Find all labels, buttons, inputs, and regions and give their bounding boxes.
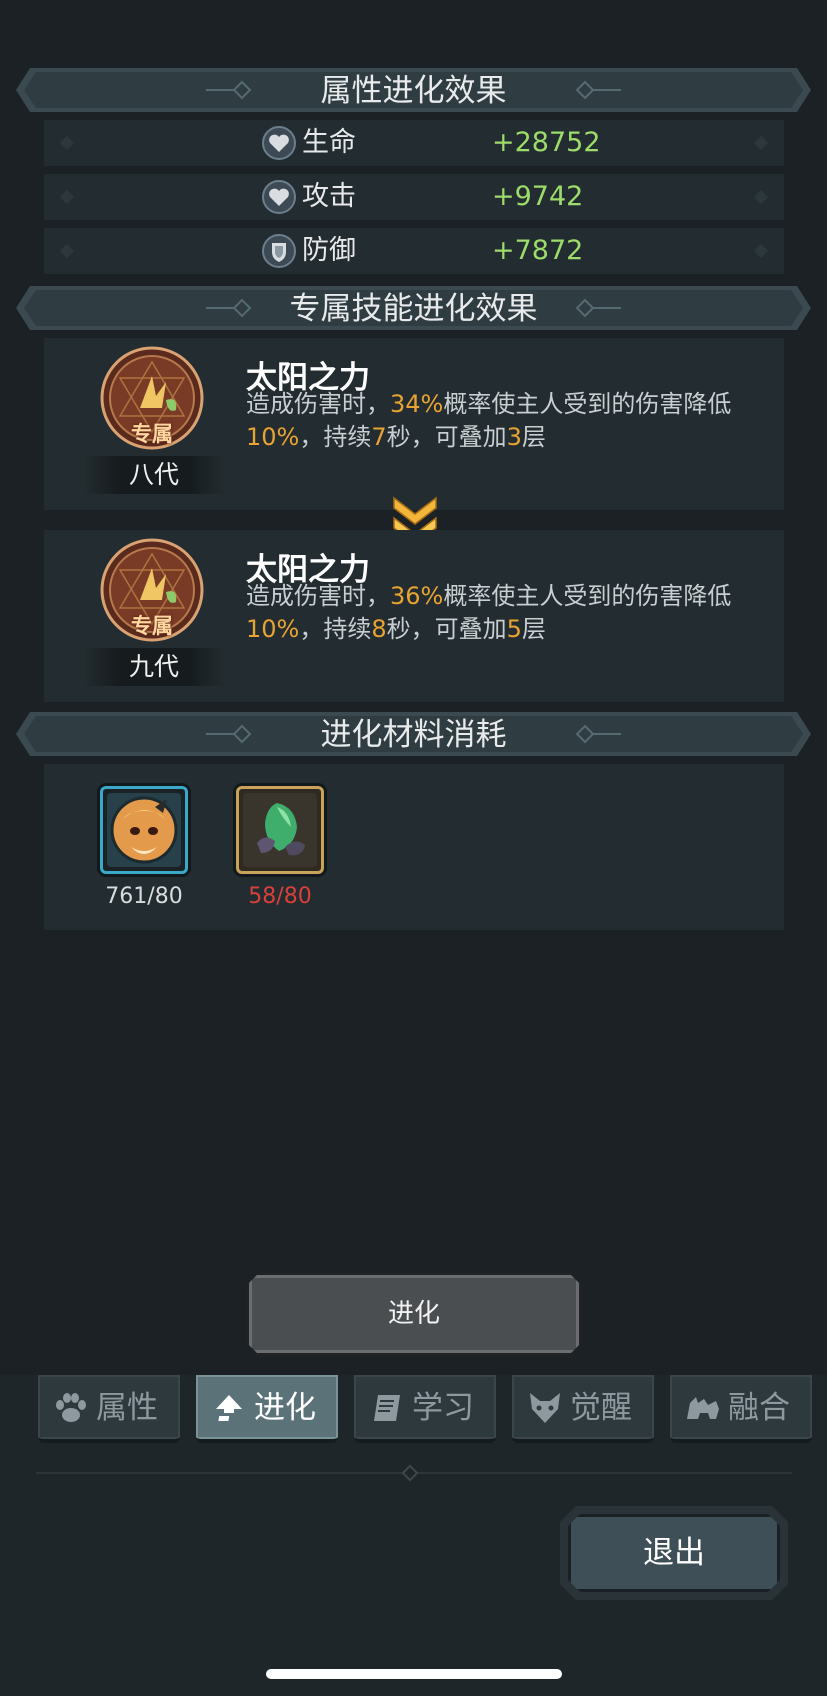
row-dot	[59, 189, 75, 205]
tab-label: 觉醒	[570, 1390, 632, 1426]
skill-description: 造成伤害时，34%概率使主人受到的伤害降低 10%，持续7秒，可叠加3层	[246, 390, 732, 451]
attr-section-title: 属性进化效果	[320, 73, 507, 109]
skill-panel-current: 专属 八代 太阳之力 造成伤害时，34%概率使主人受到的伤害降低 10%，持续7秒…	[44, 338, 784, 510]
row-dot	[753, 135, 769, 151]
generation-label: 八代	[84, 456, 224, 494]
stat-value: +7872	[492, 235, 584, 266]
heart-icon	[262, 126, 296, 160]
stat-label: 生命	[302, 127, 356, 158]
arrow-up-icon	[216, 1395, 242, 1421]
exit-button[interactable]: 退出	[560, 1506, 788, 1600]
evolve-button[interactable]: 进化	[246, 1272, 582, 1356]
tab-label: 属性	[96, 1390, 158, 1426]
stat-value: +28752	[492, 127, 601, 158]
exit-button-label: 退出	[568, 1514, 780, 1592]
exclusive-badge: 专属	[131, 422, 173, 446]
tab-label: 进化	[254, 1390, 316, 1426]
heart-icon	[262, 180, 296, 214]
paw-icon	[56, 1393, 86, 1422]
material-item-crystal[interactable]	[236, 786, 324, 874]
material-count: 58/80	[248, 884, 312, 909]
skill-section-banner: 专属技能进化效果	[16, 286, 811, 330]
attr-section-banner: 属性进化效果	[16, 68, 811, 112]
material-count: 761/80	[105, 884, 183, 909]
material-panel: 761/80 58/80	[44, 764, 784, 930]
book-icon	[374, 1395, 400, 1421]
tab-label: 融合	[728, 1390, 790, 1426]
generation-label: 九代	[84, 648, 224, 686]
stat-value: +9742	[492, 181, 584, 212]
row-dot	[753, 243, 769, 259]
green-crystal-icon	[243, 793, 317, 867]
skill-description: 造成伤害时，36%概率使主人受到的伤害降低 10%，持续8秒，可叠加5层	[246, 582, 732, 643]
tab-attributes[interactable]: 属性	[38, 1375, 180, 1443]
stat-row-attack: 攻击 +9742	[44, 174, 784, 220]
tab-label: 学习	[412, 1390, 474, 1426]
row-dot	[59, 243, 75, 259]
tab-learn[interactable]: 学习	[354, 1375, 496, 1443]
shield-icon	[262, 234, 296, 268]
stat-row-hp: 生命 +28752	[44, 120, 784, 166]
stat-label: 防御	[302, 235, 356, 266]
material-section-banner: 进化材料消耗	[16, 712, 811, 756]
wolf-head-icon	[530, 1393, 560, 1423]
pet-portrait-icon	[107, 793, 181, 867]
beast-icon	[687, 1397, 719, 1419]
skill-panel-next: 专属 九代 太阳之力 造成伤害时，36%概率使主人受到的伤害降低 10%，持续8秒…	[44, 530, 784, 702]
tab-fusion[interactable]: 融合	[670, 1375, 812, 1443]
material-section-title: 进化材料消耗	[320, 717, 507, 753]
stat-label: 攻击	[302, 181, 356, 212]
exclusive-badge: 专属	[131, 614, 173, 638]
stat-row-defense: 防御 +7872	[44, 228, 784, 274]
tab-evolve[interactable]: 进化	[196, 1375, 338, 1443]
home-indicator[interactable]	[266, 1669, 562, 1679]
row-dot	[753, 189, 769, 205]
material-item-pet[interactable]	[100, 786, 188, 874]
skill-section-title: 专属技能进化效果	[289, 291, 538, 327]
row-dot	[59, 135, 75, 151]
tab-awaken[interactable]: 觉醒	[512, 1375, 654, 1443]
